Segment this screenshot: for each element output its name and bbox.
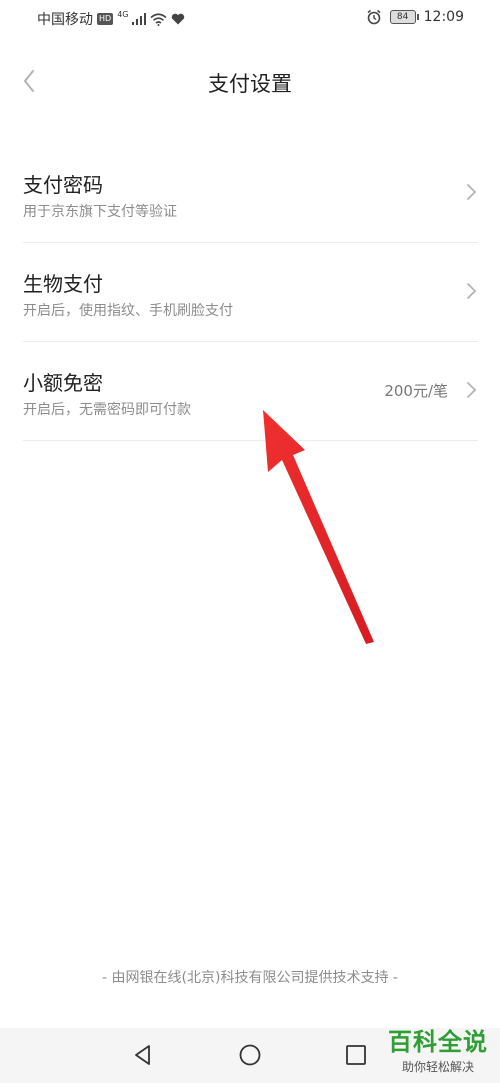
row-subtitle: 开启后，无需密码即可付款 bbox=[23, 402, 191, 418]
signal-icon bbox=[132, 13, 147, 25]
carrier-label: 中国移动 bbox=[37, 12, 93, 28]
alarm-icon bbox=[367, 9, 381, 25]
status-bar: 中国移动 HD 4G 84 12:09 bbox=[0, 0, 500, 36]
header-bar: 支付设置 bbox=[0, 56, 500, 108]
home-circle-icon[interactable] bbox=[238, 1043, 262, 1067]
wifi-icon bbox=[150, 12, 168, 26]
status-right: 84 12:09 bbox=[366, 9, 464, 25]
hd-badge: HD bbox=[97, 13, 114, 25]
setting-row-biometric-payment[interactable]: 生物支付 开启后，使用指纹、手机刷脸支付 bbox=[23, 243, 478, 342]
settings-list: 支付密码 用于京东旗下支付等验证 生物支付 开启后，使用指纹、手机刷脸支付 小额… bbox=[23, 144, 478, 441]
status-left: 中国移动 HD 4G bbox=[37, 9, 185, 29]
chevron-right-icon bbox=[467, 382, 477, 398]
row-subtitle: 用于京东旗下支付等验证 bbox=[23, 204, 177, 220]
page-title: 支付设置 bbox=[208, 72, 292, 96]
annotation-arrow bbox=[263, 410, 374, 644]
recent-apps-square-icon[interactable] bbox=[344, 1043, 368, 1067]
battery-indicator: 84 bbox=[389, 10, 419, 24]
watermark-title: 百科全说 bbox=[388, 1028, 488, 1056]
chevron-right-icon bbox=[467, 184, 477, 200]
setting-row-payment-password[interactable]: 支付密码 用于京东旗下支付等验证 bbox=[23, 144, 478, 243]
row-value: 200元/笔 bbox=[384, 382, 448, 400]
network-type: 4G bbox=[117, 9, 129, 19]
row-title: 生物支付 bbox=[23, 272, 103, 296]
row-title: 小额免密 bbox=[23, 371, 103, 395]
watermark-subtitle: 助你轻松解决 bbox=[401, 1060, 474, 1074]
watermark: 百科全说 助你轻松解决 bbox=[388, 1022, 488, 1075]
clock: 12:09 bbox=[423, 9, 464, 25]
heart-icon bbox=[172, 13, 185, 25]
back-triangle-icon[interactable] bbox=[131, 1043, 155, 1067]
chevron-right-icon bbox=[467, 283, 477, 299]
row-title: 支付密码 bbox=[23, 173, 103, 197]
row-subtitle: 开启后，使用指纹、手机刷脸支付 bbox=[23, 303, 233, 319]
footer-text: - 由网银在线(北京)科技有限公司提供技术支持 - bbox=[102, 970, 398, 986]
